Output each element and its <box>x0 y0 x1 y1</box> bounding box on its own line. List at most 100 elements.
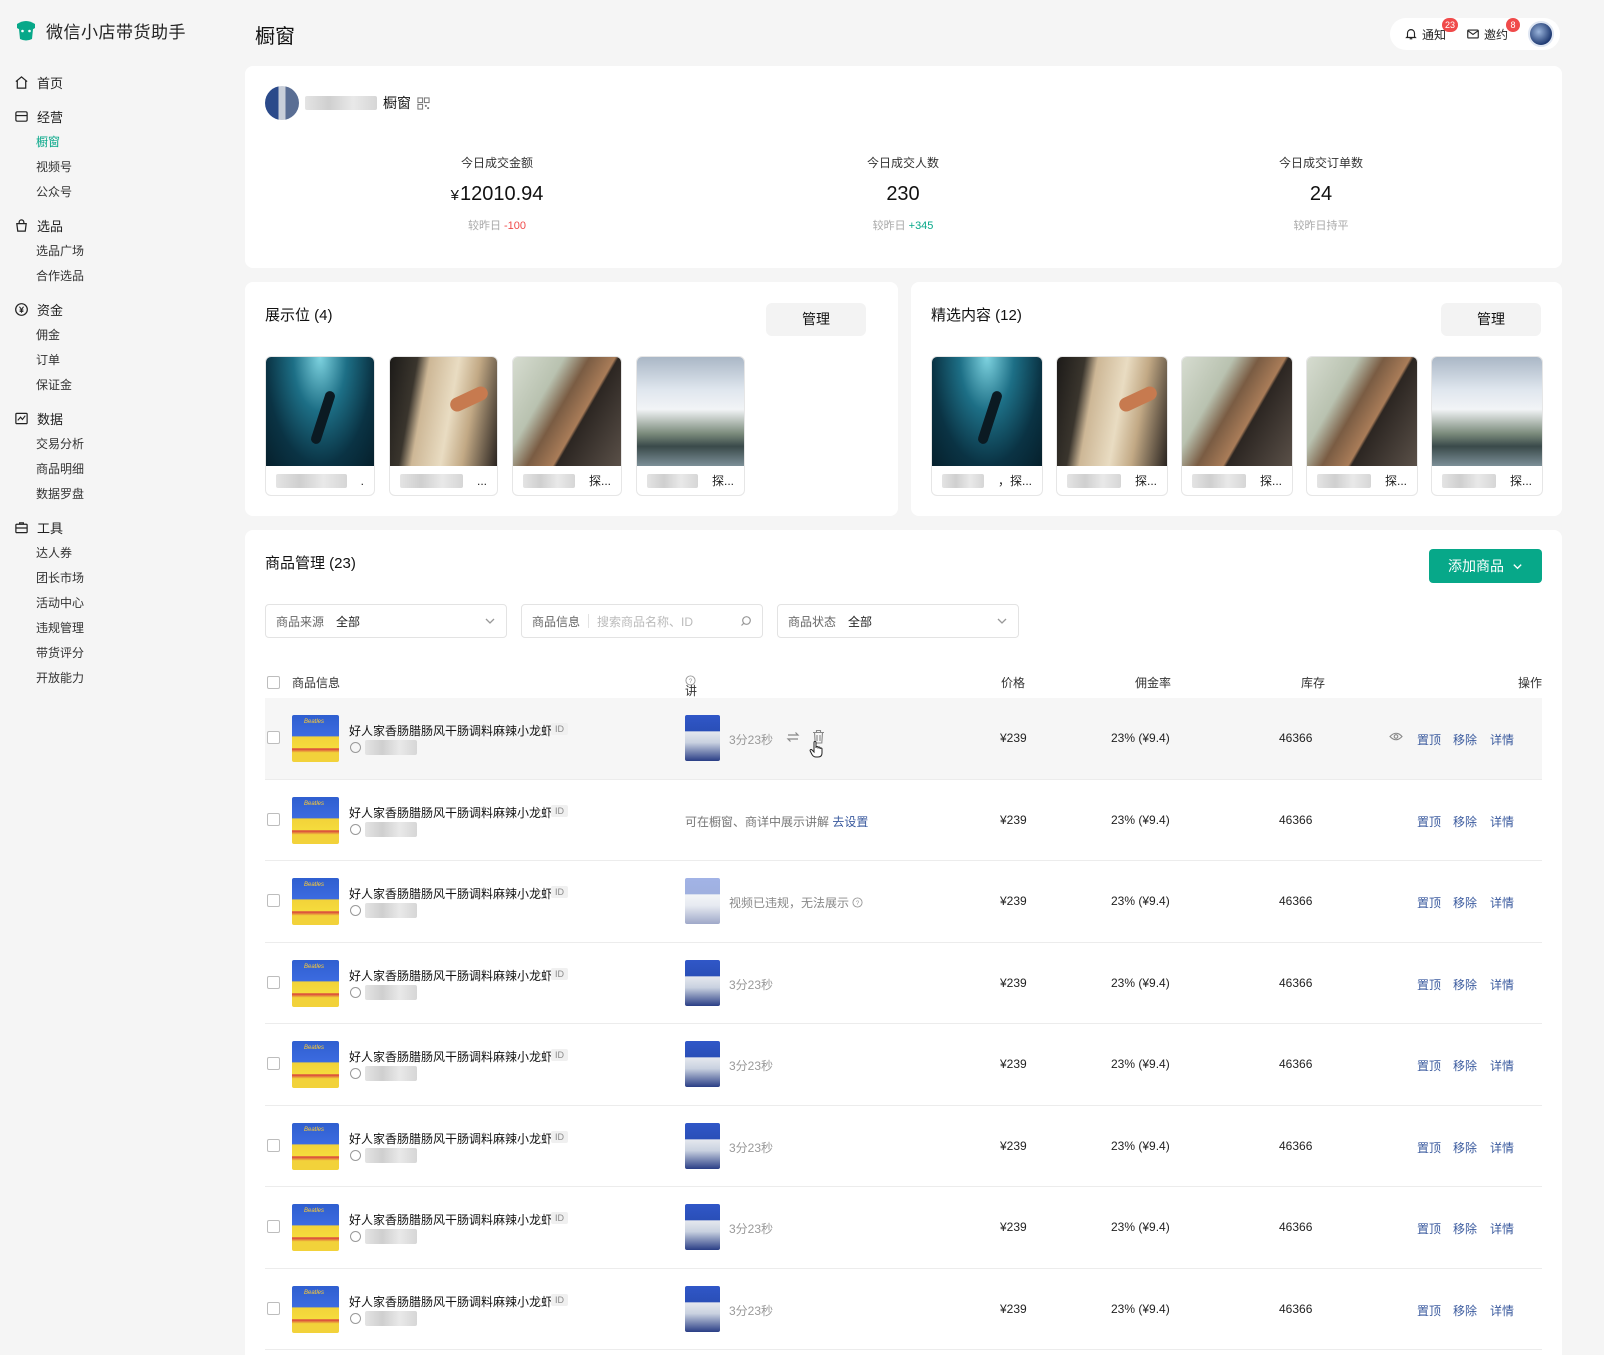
replay-thumbnail[interactable] <box>685 959 720 1006</box>
id-tag[interactable]: ID <box>551 804 568 817</box>
detail-link[interactable]: 详情 <box>1490 1302 1514 1319</box>
search-icon[interactable] <box>740 615 752 627</box>
table-row[interactable]: 好人家香肠腊肠风干肠调料麻辣小龙虾 ID 3分23秒 ¥239 23% (¥9.… <box>265 698 1542 780</box>
table-row[interactable]: 好人家香肠腊肠风干肠调料麻辣小龙虾 ID 3分23秒 ¥239 23% (¥9.… <box>265 943 1542 1024</box>
remove-link[interactable]: 移除 <box>1453 976 1477 993</box>
table-row[interactable]: 好人家香肠腊肠风干肠调料麻辣小龙虾 ID 3分23秒 ¥239 23% (¥9.… <box>265 1269 1542 1350</box>
nav-item-data-compass[interactable]: 数据罗盘 <box>0 482 230 507</box>
detail-link[interactable]: 详情 <box>1490 731 1514 748</box>
nav-operate[interactable]: 经营 <box>0 102 230 130</box>
qrcode-icon[interactable] <box>417 96 430 110</box>
pin-top-link[interactable]: 置顶 <box>1417 813 1441 830</box>
nav-item-sales-score[interactable]: 带货评分 <box>0 641 230 666</box>
nav-item-window[interactable]: 橱窗 <box>0 130 230 155</box>
row-checkbox[interactable] <box>267 812 280 826</box>
row-checkbox[interactable] <box>267 975 280 989</box>
replay-thumbnail[interactable] <box>685 1204 720 1250</box>
help-circle-icon[interactable]: ? <box>852 897 863 908</box>
remove-link[interactable]: 移除 <box>1453 1220 1477 1237</box>
selected-manage-button[interactable]: 管理 <box>1441 303 1541 336</box>
detail-link[interactable]: 详情 <box>1490 894 1514 911</box>
selected-item[interactable]: 探... <box>1306 356 1418 496</box>
table-row[interactable]: 好人家香肠腊肠风干肠调料麻辣小龙虾 ID 3分23秒 ¥239 23% (¥9.… <box>265 1024 1542 1106</box>
nav-select[interactable]: 选品 <box>0 211 230 239</box>
replay-thumbnail[interactable] <box>685 1041 720 1087</box>
detail-link[interactable]: 详情 <box>1490 1220 1514 1237</box>
go-settings-link[interactable]: 去设置 <box>832 815 868 829</box>
remove-link[interactable]: 移除 <box>1453 1302 1477 1319</box>
detail-link[interactable]: 详情 <box>1490 976 1514 993</box>
nav-item-select-plaza[interactable]: 选品广场 <box>0 239 230 264</box>
showcase-item[interactable]: 探... <box>512 356 622 496</box>
remove-link[interactable]: 移除 <box>1453 1057 1477 1074</box>
notify-button[interactable]: 通知 23 <box>1404 17 1460 43</box>
row-checkbox[interactable] <box>267 894 280 907</box>
remove-link[interactable]: 移除 <box>1453 894 1477 911</box>
pin-top-link[interactable]: 置顶 <box>1417 976 1441 993</box>
nav-data[interactable]: 数据 <box>0 404 230 432</box>
table-row[interactable]: 好人家香肠腊肠风干肠调料麻辣小龙虾 ID 3分23秒 ¥239 23% (¥9.… <box>265 1187 1542 1269</box>
swap-icon[interactable] <box>786 731 800 743</box>
id-tag[interactable]: ID <box>551 1049 568 1061</box>
invite-button[interactable]: 邀约 8 <box>1466 17 1522 43</box>
id-tag[interactable]: ID <box>551 1293 568 1306</box>
pin-top-link[interactable]: 置顶 <box>1417 1139 1441 1156</box>
user-avatar[interactable] <box>1528 21 1554 47</box>
nav-item-deposit[interactable]: 保证金 <box>0 373 230 398</box>
id-tag[interactable]: ID <box>551 967 568 980</box>
selected-item[interactable]: 探... <box>1181 356 1293 496</box>
showcase-manage-button[interactable]: 管理 <box>766 303 866 336</box>
remove-link[interactable]: 移除 <box>1453 813 1477 830</box>
id-tag[interactable]: ID <box>551 723 568 735</box>
nav-funds[interactable]: 资金 <box>0 295 230 323</box>
nav-item-talent-coupon[interactable]: 达人券 <box>0 541 230 566</box>
detail-link[interactable]: 详情 <box>1490 1139 1514 1156</box>
status-select[interactable]: 商品状态 全部 <box>777 604 1019 638</box>
replay-thumbnail[interactable] <box>685 1285 720 1332</box>
table-row[interactable]: 好人家香肠腊肠风干肠调料麻辣小龙虾 ID 可在橱窗、商详中展示讲解 去设置 ¥2… <box>265 780 1542 861</box>
row-checkbox[interactable] <box>267 1057 280 1070</box>
nav-item-commission[interactable]: 佣金 <box>0 323 230 348</box>
nav-item-leader-market[interactable]: 团长市场 <box>0 566 230 591</box>
showcase-item[interactable]: . <box>265 356 375 496</box>
showcase-item[interactable]: ... <box>389 356 498 496</box>
nav-item-trade-analysis[interactable]: 交易分析 <box>0 432 230 457</box>
showcase-item[interactable]: 探... <box>636 356 745 496</box>
source-select[interactable]: 商品来源 全部 <box>265 604 507 638</box>
table-row[interactable]: 好人家香肠腊肠风干肠调料麻辣小龙虾 ID 3分23秒 ¥239 23% (¥9.… <box>265 1106 1542 1187</box>
remove-link[interactable]: 移除 <box>1453 1139 1477 1156</box>
table-row[interactable]: 好人家香肠腊肠风干肠调料麻辣小龙虾 ID 视频已违规，无法展示 ? ¥239 2… <box>265 861 1542 943</box>
pin-top-link[interactable]: 置顶 <box>1417 1057 1441 1074</box>
id-tag[interactable]: ID <box>551 1212 568 1224</box>
eye-icon[interactable] <box>1389 731 1403 742</box>
row-checkbox[interactable] <box>267 1138 280 1152</box>
pin-top-link[interactable]: 置顶 <box>1417 731 1441 748</box>
nav-item-open-ability[interactable]: 开放能力 <box>0 666 230 691</box>
replay-thumbnail[interactable] <box>685 715 720 761</box>
row-checkbox[interactable] <box>267 731 280 744</box>
nav-item-coop-select[interactable]: 合作选品 <box>0 264 230 289</box>
id-tag[interactable]: ID <box>551 1130 568 1143</box>
detail-link[interactable]: 详情 <box>1490 813 1514 830</box>
remove-link[interactable]: 移除 <box>1453 731 1477 748</box>
nav-item-product-detail[interactable]: 商品明细 <box>0 457 230 482</box>
select-all-checkbox[interactable] <box>267 676 280 689</box>
row-checkbox[interactable] <box>267 1301 280 1315</box>
id-tag[interactable]: ID <box>551 886 568 898</box>
selected-item[interactable]: 探... <box>1056 356 1168 496</box>
add-product-button[interactable]: 添加商品 <box>1429 549 1542 583</box>
row-checkbox[interactable] <box>267 1220 280 1233</box>
detail-link[interactable]: 详情 <box>1490 1057 1514 1074</box>
pin-top-link[interactable]: 置顶 <box>1417 894 1441 911</box>
nav-item-official-account[interactable]: 公众号 <box>0 180 230 205</box>
pin-top-link[interactable]: 置顶 <box>1417 1302 1441 1319</box>
pin-top-link[interactable]: 置顶 <box>1417 1220 1441 1237</box>
selected-item[interactable]: ，探... <box>931 356 1043 496</box>
nav-item-activity-center[interactable]: 活动中心 <box>0 591 230 616</box>
nav-tools[interactable]: 工具 <box>0 513 230 541</box>
product-search-input[interactable]: 商品信息 搜索商品名称、ID <box>521 604 763 638</box>
nav-home[interactable]: 首页 <box>0 68 230 96</box>
selected-item[interactable]: 探... <box>1431 356 1543 496</box>
replay-thumbnail[interactable] <box>685 1122 720 1169</box>
nav-item-channels[interactable]: 视频号 <box>0 155 230 180</box>
